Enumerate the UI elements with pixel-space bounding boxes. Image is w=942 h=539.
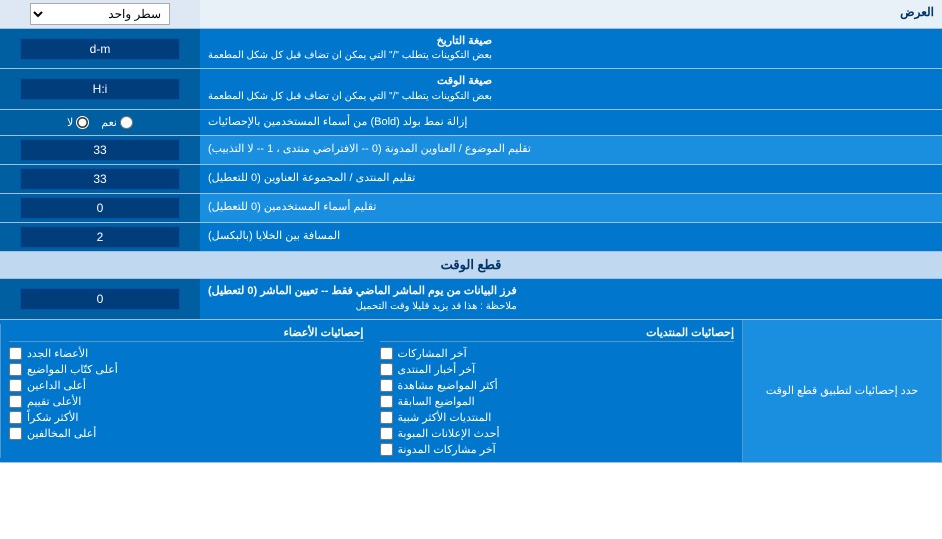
topic-trim-text: تقليم الموضوع / العناوين المدونة (0 -- ا… — [208, 142, 531, 157]
checkbox-latest-posts-label: آخر المشاركات — [398, 347, 467, 360]
cell-spacing-row: المسافة بين الخلايا (بالبكسل) 2 — [0, 223, 942, 252]
checkbox-new-members-input[interactable] — [9, 347, 22, 360]
username-trim-text: تقليم أسماء المستخدمين (0 للتعطيل) — [208, 200, 376, 215]
checkbox-top-violators[interactable]: أعلى المخالفين — [9, 427, 364, 440]
bold-remove-label: إزالة نمط بولد (Bold) من أسماء المستخدمي… — [200, 110, 942, 135]
member-stats-col: إحصائيات الأعضاء الأعضاء الجدد أعلى كتّا… — [0, 324, 372, 458]
checkbox-most-thankful-label: الأكثر شكراً — [27, 411, 78, 424]
checkbox-similar-forums-input[interactable] — [380, 411, 393, 424]
forum-trim-text: تقليم المنتدى / المجموعة العناوين (0 للت… — [208, 171, 415, 186]
date-format-label: صيغة التاريخ بعض التكوينات يتطلب "/" الت… — [200, 29, 942, 68]
header-label: العرض — [200, 0, 942, 28]
checkbox-forum-news-label: آخر أخبار المنتدى — [398, 363, 476, 376]
checkbox-top-violators-input[interactable] — [9, 427, 22, 440]
time-format-row: صيغة الوقت بعض التكوينات يتطلب "/" التي … — [0, 69, 942, 109]
checkbox-top-topic-writers-label: أعلى كتّاب المواضيع — [27, 363, 118, 376]
time-format-input[interactable]: H:i — [20, 78, 180, 100]
checkbox-forum-news-input[interactable] — [380, 363, 393, 376]
username-trim-label: تقليم أسماء المستخدمين (0 للتعطيل) — [200, 194, 942, 222]
bold-remove-row: إزالة نمط بولد (Bold) من أسماء المستخدمي… — [0, 110, 942, 136]
checkbox-forum-news[interactable]: آخر أخبار المنتدى — [380, 363, 735, 376]
checkbox-prev-topics-input[interactable] — [380, 395, 393, 408]
checkbox-similar-forums-label: المنتديات الأكثر شبية — [398, 411, 492, 424]
checkbox-latest-posts[interactable]: آخر المشاركات — [380, 347, 735, 360]
cell-spacing-label: المسافة بين الخلايا (بالبكسل) — [200, 223, 942, 251]
cutoff-input-cell[interactable]: 0 — [0, 279, 200, 318]
checkbox-top-topic-writers[interactable]: أعلى كتّاب المواضيع — [9, 363, 364, 376]
cutoff-main-text: فرز البيانات من يوم الماشر الماضي فقط --… — [208, 284, 517, 299]
checkbox-top-violators-label: أعلى المخالفين — [27, 427, 96, 440]
forum-trim-row: تقليم المنتدى / المجموعة العناوين (0 للت… — [0, 165, 942, 194]
forum-trim-input[interactable]: 33 — [20, 168, 180, 190]
cutoff-input[interactable]: 0 — [20, 288, 180, 310]
checkbox-blog-posts[interactable]: آخر مشاركات المدونة — [380, 443, 735, 456]
cutoff-section-header: قطع الوقت — [0, 252, 942, 279]
checkbox-top-rated-label: الأعلى تقييم — [27, 395, 81, 408]
radio-no[interactable] — [76, 116, 89, 129]
checkbox-most-viewed-label: أكثر المواضيع مشاهدة — [398, 379, 498, 392]
username-trim-input[interactable]: 0 — [20, 197, 180, 219]
checkbox-similar-forums[interactable]: المنتديات الأكثر شبية — [380, 411, 735, 424]
member-stats-header: إحصائيات الأعضاء — [9, 326, 364, 342]
time-format-desc: بعض التكوينات يتطلب "/" التي يمكن ان تضا… — [208, 90, 492, 104]
checkbox-top-rated-input[interactable] — [9, 395, 22, 408]
date-format-input[interactable]: d-m — [20, 38, 180, 60]
cutoff-row: فرز البيانات من يوم الماشر الماضي فقط --… — [0, 279, 942, 319]
date-format-desc: بعض التكوينات يتطلب "/" التي يمكن ان تضا… — [208, 49, 492, 63]
bold-remove-radio-cell[interactable]: نعم لا — [0, 110, 200, 135]
forum-trim-label: تقليم المنتدى / المجموعة العناوين (0 للت… — [200, 165, 942, 193]
radio-yes-label[interactable]: نعم — [101, 116, 133, 129]
apply-cutoff-label: حدد إحصائيات لتطبيق قطع الوقت — [742, 320, 942, 462]
cell-spacing-text: المسافة بين الخلايا (بالبكسل) — [208, 229, 340, 244]
username-trim-input-cell[interactable]: 0 — [0, 194, 200, 222]
radio-no-text: لا — [67, 116, 73, 129]
date-format-input-cell[interactable]: d-m — [0, 29, 200, 68]
checkbox-new-members[interactable]: الأعضاء الجدد — [9, 347, 364, 360]
date-format-row: صيغة التاريخ بعض التكوينات يتطلب "/" الت… — [0, 29, 942, 69]
time-format-label: صيغة الوقت بعض التكوينات يتطلب "/" التي … — [200, 69, 942, 108]
checkbox-latest-classifieds[interactable]: أحدث الإعلانات المبوبة — [380, 427, 735, 440]
checkbox-most-thankful[interactable]: الأكثر شكراً — [9, 411, 364, 424]
username-trim-row: تقليم أسماء المستخدمين (0 للتعطيل) 0 — [0, 194, 942, 223]
bold-remove-text: إزالة نمط بولد (Bold) من أسماء المستخدمي… — [208, 115, 467, 130]
checkbox-prev-topics[interactable]: المواضيع السابقة — [380, 395, 735, 408]
checkbox-latest-posts-input[interactable] — [380, 347, 393, 360]
forum-stats-header: إحصائيات المنتديات — [380, 326, 735, 342]
topic-trim-row: تقليم الموضوع / العناوين المدونة (0 -- ا… — [0, 136, 942, 165]
checkbox-top-callers-label: أعلى الداعين — [27, 379, 86, 392]
checkbox-top-rated[interactable]: الأعلى تقييم — [9, 395, 364, 408]
radio-yes[interactable] — [120, 116, 133, 129]
header-row: العرض سطر واحد سطرين ثلاثة أسطر — [0, 0, 942, 29]
checkbox-prev-topics-label: المواضيع السابقة — [398, 395, 475, 408]
checkboxes-content: إحصائيات المنتديات آخر المشاركات آخر أخب… — [0, 320, 742, 462]
topic-trim-label: تقليم الموضوع / العناوين المدونة (0 -- ا… — [200, 136, 942, 164]
checkbox-most-viewed-input[interactable] — [380, 379, 393, 392]
checkbox-latest-classifieds-label: أحدث الإعلانات المبوبة — [398, 427, 500, 440]
cutoff-note-text: ملاحظة : هذا قد يزيد قليلا وقت التحميل — [208, 300, 517, 314]
cell-spacing-input-cell[interactable]: 2 — [0, 223, 200, 251]
checkbox-new-members-label: الأعضاء الجدد — [27, 347, 88, 360]
radio-no-label[interactable]: لا — [67, 116, 89, 129]
checkbox-blog-posts-label: آخر مشاركات المدونة — [398, 443, 496, 456]
checkbox-top-callers-input[interactable] — [9, 379, 22, 392]
checkbox-most-thankful-input[interactable] — [9, 411, 22, 424]
radio-yes-text: نعم — [101, 116, 117, 129]
forum-trim-input-cell[interactable]: 33 — [0, 165, 200, 193]
topic-trim-input-cell[interactable]: 33 — [0, 136, 200, 164]
forum-stats-col: إحصائيات المنتديات آخر المشاركات آخر أخب… — [372, 324, 743, 458]
date-format-title: صيغة التاريخ — [208, 34, 492, 49]
topic-trim-input[interactable]: 33 — [20, 139, 180, 161]
checkbox-blog-posts-input[interactable] — [380, 443, 393, 456]
time-format-input-cell[interactable]: H:i — [0, 69, 200, 108]
header-select-cell[interactable]: سطر واحد سطرين ثلاثة أسطر — [0, 0, 200, 28]
time-format-title: صيغة الوقت — [208, 74, 492, 89]
cutoff-label: فرز البيانات من يوم الماشر الماضي فقط --… — [200, 279, 942, 318]
checkbox-latest-classifieds-input[interactable] — [380, 427, 393, 440]
cell-spacing-input[interactable]: 2 — [20, 226, 180, 248]
checkbox-top-topic-writers-input[interactable] — [9, 363, 22, 376]
checkbox-top-callers[interactable]: أعلى الداعين — [9, 379, 364, 392]
checkboxes-section: حدد إحصائيات لتطبيق قطع الوقت إحصائيات ا… — [0, 320, 942, 463]
display-select[interactable]: سطر واحد سطرين ثلاثة أسطر — [30, 3, 170, 25]
checkbox-most-viewed[interactable]: أكثر المواضيع مشاهدة — [380, 379, 735, 392]
